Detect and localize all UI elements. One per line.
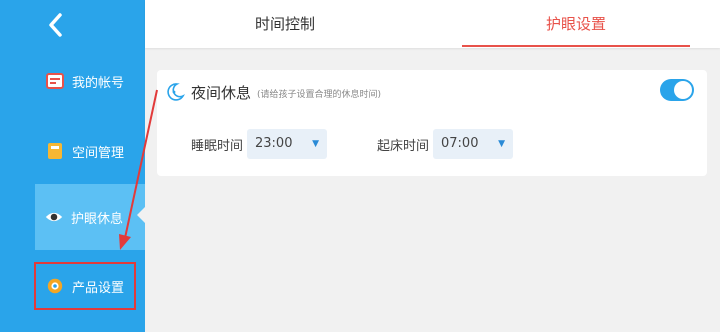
- night-rest-hint: (请给孩子设置合理的休息时间): [257, 90, 382, 100]
- annotation-highlight-box: [34, 262, 136, 310]
- wake-time-select[interactable]: 07:00 ▼: [433, 129, 513, 159]
- tab-eye-settings[interactable]: 护眼设置: [462, 0, 690, 48]
- account-card-icon: [46, 72, 64, 90]
- sidebar: 我的帐号 空间管理 护眼休息 产品设置: [0, 0, 145, 332]
- chevron-left-icon: [49, 13, 62, 37]
- moon-icon: [167, 83, 185, 101]
- toggle-knob: [674, 81, 692, 99]
- tab-time-control[interactable]: 时间控制: [205, 0, 365, 48]
- sidebar-item-eye-rest[interactable]: 护眼休息: [35, 184, 145, 250]
- dropdown-caret-icon: ▼: [498, 139, 505, 149]
- back-button[interactable]: [44, 10, 74, 40]
- wake-time-label: 起床时间: [377, 139, 430, 154]
- eye-icon: [45, 208, 63, 226]
- space-folder-icon: [46, 142, 64, 160]
- sleep-time-label: 睡眠时间: [191, 139, 244, 154]
- night-rest-toggle[interactable]: [660, 79, 694, 101]
- active-indicator: [137, 207, 145, 223]
- sidebar-item-label: 护眼休息: [71, 211, 124, 227]
- sidebar-item-space[interactable]: 空间管理: [0, 118, 145, 184]
- night-rest-card: 夜间休息 (请给孩子设置合理的休息时间) 睡眠时间 23:00 ▼ 起床时间 0…: [157, 70, 707, 176]
- night-rest-title: 夜间休息: [191, 84, 252, 102]
- wake-time-value: 07:00: [441, 136, 479, 151]
- sidebar-item-label: 我的帐号: [72, 75, 125, 91]
- sleep-time-value: 23:00: [255, 136, 293, 151]
- main-panel: 时间控制 护眼设置 夜间休息 (请给孩子设置合理的休息时间) 睡眠时间 23:0…: [145, 0, 720, 332]
- dropdown-caret-icon: ▼: [312, 139, 319, 149]
- sidebar-item-label: 空间管理: [72, 145, 125, 161]
- tab-bar: 时间控制 护眼设置: [145, 0, 720, 48]
- sidebar-item-account[interactable]: 我的帐号: [0, 48, 145, 114]
- sleep-time-select[interactable]: 23:00 ▼: [247, 129, 327, 159]
- active-tab-underline: [462, 45, 690, 47]
